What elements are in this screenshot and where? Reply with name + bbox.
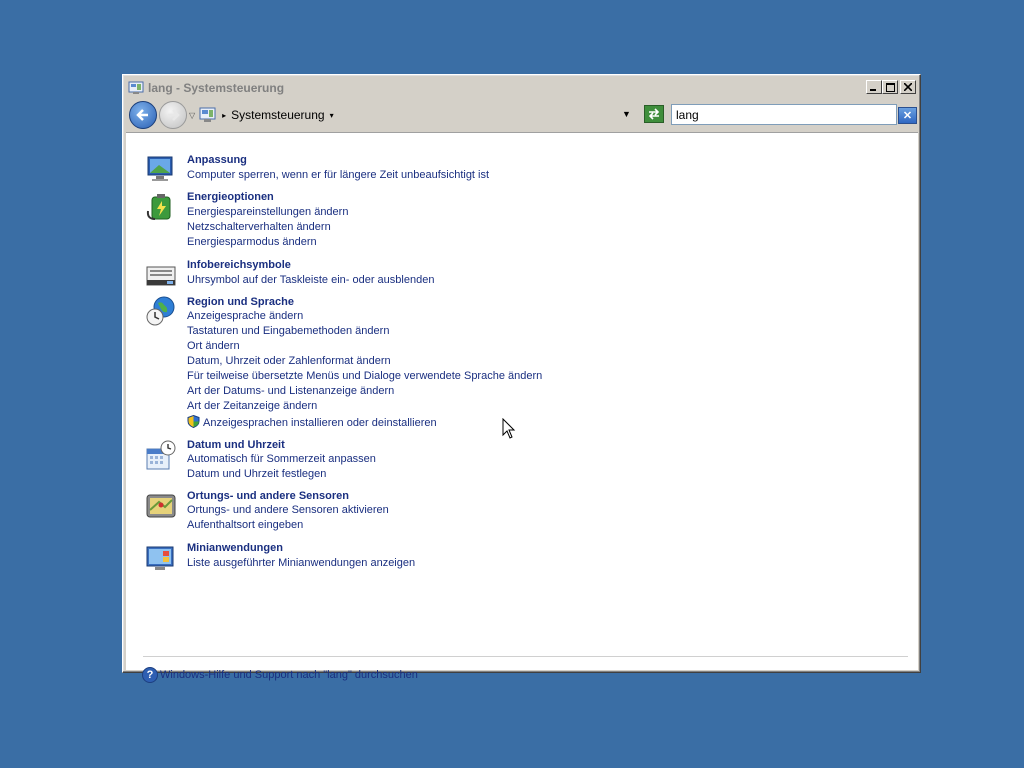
task-link[interactable]: Für teilweise übersetzte Menüs und Dialo… bbox=[187, 370, 542, 382]
back-arrow-icon bbox=[136, 109, 148, 121]
globe-clock-icon bbox=[146, 296, 175, 326]
search-clear-button[interactable]: ✕ bbox=[898, 107, 917, 124]
search-results-pane: Anpassung Computer sperren, wenn er für … bbox=[126, 132, 918, 683]
category-title[interactable]: Minianwendungen bbox=[187, 542, 283, 554]
task-link[interactable]: Energiespareinstellungen ändern bbox=[187, 206, 348, 218]
category-title[interactable]: Anpassung bbox=[187, 154, 247, 166]
help-search-link[interactable]: ? Windows-Hilfe und Support nach "lang" … bbox=[142, 667, 418, 683]
mouse-pointer-icon bbox=[502, 418, 516, 439]
control-panel-window: lang - Systemsteuerung ▽ ▸ Systemsteueru… bbox=[122, 74, 921, 683]
forward-button[interactable] bbox=[159, 101, 187, 129]
breadcrumb: ▸ Systemsteuerung ▾ bbox=[217, 108, 338, 122]
location-sensor-icon bbox=[146, 494, 176, 518]
uac-shield-icon bbox=[187, 415, 200, 428]
gadgets-icon bbox=[146, 546, 174, 570]
task-link[interactable]: Aufenthaltsort eingeben bbox=[187, 519, 303, 531]
breadcrumb-root-arrow[interactable]: ▸ bbox=[222, 111, 226, 120]
task-link[interactable]: Datum und Uhrzeit festlegen bbox=[187, 468, 326, 480]
personalization-monitor-icon bbox=[147, 156, 173, 181]
close-button[interactable] bbox=[900, 80, 916, 94]
title-buttons bbox=[866, 80, 916, 94]
task-link[interactable]: Ort ändern bbox=[187, 340, 240, 352]
forward-arrow-icon bbox=[168, 109, 180, 121]
breadcrumb-arrow[interactable]: ▾ bbox=[330, 111, 334, 120]
refresh-icon[interactable] bbox=[644, 105, 664, 123]
control-panel-crumb-icon bbox=[199, 107, 216, 122]
help-link-text: Windows-Hilfe und Support nach "lang" du… bbox=[160, 669, 418, 681]
task-link[interactable]: Netzschalterverhalten ändern bbox=[187, 221, 331, 233]
minimize-button[interactable] bbox=[866, 80, 882, 94]
task-link[interactable]: Energiesparmodus ändern bbox=[187, 236, 317, 248]
task-link[interactable]: Art der Zeitanzeige ändern bbox=[187, 400, 317, 412]
task-link[interactable]: Anzeigesprache ändern bbox=[187, 310, 303, 322]
category-title[interactable]: Infobereichsymbole bbox=[187, 259, 291, 271]
task-link[interactable]: Computer sperren, wenn er für längere Ze… bbox=[187, 169, 489, 181]
divider bbox=[143, 656, 908, 657]
recent-pages-dropdown[interactable]: ▽ bbox=[189, 111, 195, 120]
task-link[interactable]: Automatisch für Sommerzeit anpassen bbox=[187, 453, 376, 465]
minimize-icon bbox=[870, 89, 876, 91]
clear-icon: ✕ bbox=[902, 110, 913, 122]
maximize-button[interactable] bbox=[882, 80, 898, 94]
category-title[interactable]: Ortungs- und andere Sensoren bbox=[187, 490, 349, 502]
search-input[interactable] bbox=[671, 104, 897, 125]
task-link[interactable]: Tastaturen und Eingabemethoden ändern bbox=[187, 325, 389, 337]
address-dropdown-icon[interactable]: ▼ bbox=[622, 109, 631, 119]
task-link[interactable]: Art der Datums- und Listenanzeige ändern bbox=[187, 385, 394, 397]
window-title: lang - Systemsteuerung bbox=[148, 80, 285, 95]
close-icon bbox=[904, 83, 912, 91]
breadcrumb-systemsteuerung[interactable]: Systemsteuerung bbox=[231, 108, 324, 122]
task-link[interactable]: Uhrsymbol auf der Taskleiste ein- oder a… bbox=[187, 274, 434, 286]
calendar-clock-icon bbox=[146, 440, 176, 470]
category-title[interactable]: Datum und Uhrzeit bbox=[187, 439, 285, 451]
power-battery-icon bbox=[146, 194, 171, 220]
task-link[interactable]: Ortungs- und andere Sensoren aktivieren bbox=[187, 504, 389, 516]
task-link-admin[interactable]: Anzeigesprachen installieren oder deinst… bbox=[187, 415, 437, 429]
title-bar[interactable]: lang - Systemsteuerung bbox=[126, 78, 917, 97]
task-link[interactable]: Liste ausgeführter Minianwendungen anzei… bbox=[187, 557, 415, 569]
maximize-icon bbox=[885, 82, 895, 92]
task-link[interactable]: Datum, Uhrzeit oder Zahlenformat ändern bbox=[187, 355, 391, 367]
control-panel-icon bbox=[128, 81, 144, 94]
task-link-label: Anzeigesprachen installieren oder deinst… bbox=[203, 417, 437, 429]
category-title[interactable]: Region und Sprache bbox=[187, 296, 294, 308]
category-title[interactable]: Energieoptionen bbox=[187, 191, 274, 203]
navigation-bar: ▽ ▸ Systemsteuerung ▾ ▼ ✕ bbox=[126, 99, 917, 131]
help-question-icon: ? bbox=[142, 667, 158, 683]
notification-area-icon bbox=[146, 266, 176, 286]
back-button[interactable] bbox=[129, 101, 157, 129]
